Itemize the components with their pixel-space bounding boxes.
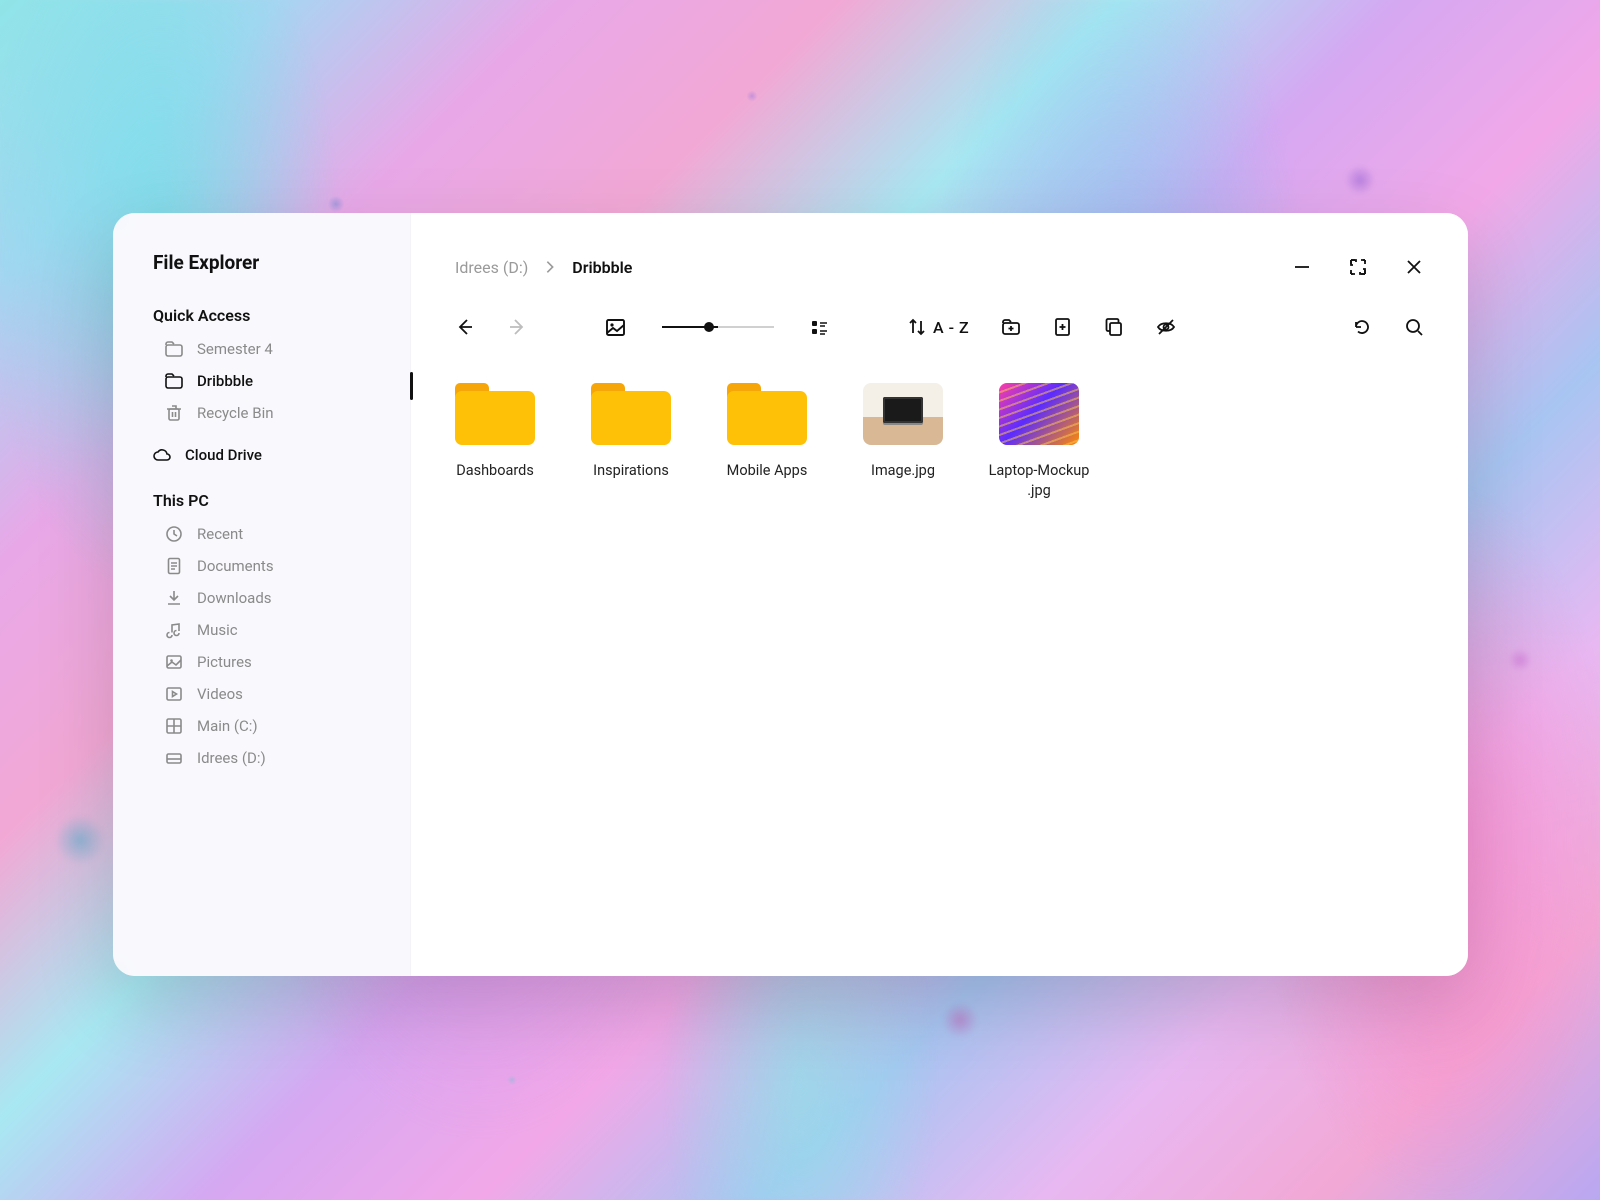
sidebar-item-label: Cloud Drive <box>185 446 262 464</box>
window-controls <box>1292 257 1424 277</box>
folder-icon <box>455 383 535 445</box>
scroll-indicator[interactable] <box>410 372 413 400</box>
clock-icon <box>165 525 183 543</box>
folder-icon <box>591 383 671 445</box>
sidebar-item-recent[interactable]: Recent <box>113 518 410 550</box>
app-title: File Explorer <box>113 251 410 292</box>
sidebar-item-label: Pictures <box>197 653 252 671</box>
drive-icon <box>165 749 183 767</box>
folder-item-dashboards[interactable]: Dashboards <box>455 383 535 481</box>
drive-grid-icon <box>165 717 183 735</box>
sidebar-item-label: Downloads <box>197 589 272 607</box>
sidebar-item-label: Main (C:) <box>197 717 258 735</box>
cloud-icon <box>153 446 171 464</box>
download-icon <box>165 589 183 607</box>
document-icon <box>165 557 183 575</box>
sidebar-item-documents[interactable]: Documents <box>113 550 410 582</box>
new-folder-button[interactable] <box>1001 317 1021 337</box>
main-panel: Idrees (D:) Dribbble <box>411 213 1468 976</box>
breadcrumb-parent[interactable]: Idrees (D:) <box>455 258 528 277</box>
sidebar-item-label: Recycle Bin <box>197 404 274 422</box>
copy-button[interactable] <box>1104 317 1124 337</box>
quick-access-heading: Quick Access <box>113 292 410 333</box>
sidebar-item-label: Semester 4 <box>197 340 273 358</box>
maximize-button[interactable] <box>1348 257 1368 277</box>
file-item-image-jpg[interactable]: Image.jpg <box>863 383 943 481</box>
item-label: Inspirations <box>571 461 691 481</box>
sidebar: File Explorer Quick Access Semester 4 Dr… <box>113 213 411 976</box>
close-button[interactable] <box>1404 257 1424 277</box>
refresh-button[interactable] <box>1352 317 1372 337</box>
sidebar-item-cloud-drive[interactable]: Cloud Drive <box>113 439 410 471</box>
item-label: Dashboards <box>435 461 555 481</box>
chevron-right-icon <box>542 259 558 275</box>
thumbnail-view-icon[interactable] <box>605 317 626 338</box>
sort-button[interactable]: A - Z <box>907 317 969 337</box>
trash-icon <box>165 404 183 422</box>
sidebar-item-label: Videos <box>197 685 243 703</box>
sidebar-item-label: Documents <box>197 557 274 575</box>
image-thumbnail-icon <box>999 383 1079 445</box>
item-label: Laptop-Mockup .jpg <box>979 461 1099 500</box>
music-icon <box>165 621 183 639</box>
file-item-laptop-mockup-jpg[interactable]: Laptop-Mockup .jpg <box>999 383 1079 500</box>
file-explorer-window: File Explorer Quick Access Semester 4 Dr… <box>113 213 1468 976</box>
toggle-hidden-button[interactable] <box>1156 317 1176 337</box>
forward-button[interactable] <box>507 317 527 337</box>
search-button[interactable] <box>1404 317 1424 337</box>
folder-outline-icon <box>165 372 183 390</box>
list-view-icon[interactable] <box>810 318 829 337</box>
sidebar-item-music[interactable]: Music <box>113 614 410 646</box>
breadcrumb: Idrees (D:) Dribbble <box>455 258 632 277</box>
item-label: Image.jpg <box>843 461 963 481</box>
sidebar-item-semester4[interactable]: Semester 4 <box>113 333 410 365</box>
sort-label: A - Z <box>933 318 969 337</box>
item-label: Mobile Apps <box>707 461 827 481</box>
back-button[interactable] <box>455 317 475 337</box>
sidebar-item-label: Music <box>197 621 238 639</box>
new-file-button[interactable] <box>1053 317 1072 337</box>
toolbar: A - Z <box>411 283 1468 349</box>
sidebar-item-idrees-d[interactable]: Idrees (D:) <box>113 742 410 774</box>
sidebar-item-recycle-bin[interactable]: Recycle Bin <box>113 397 410 429</box>
sidebar-item-main-c[interactable]: Main (C:) <box>113 710 410 742</box>
sidebar-item-pictures[interactable]: Pictures <box>113 646 410 678</box>
image-icon <box>165 653 183 671</box>
folder-icon <box>727 383 807 445</box>
image-thumbnail-icon <box>863 383 943 445</box>
folder-outline-icon <box>165 340 183 358</box>
sidebar-item-label: Recent <box>197 525 243 543</box>
video-icon <box>165 685 183 703</box>
sidebar-item-label: Dribbble <box>197 372 253 390</box>
minimize-button[interactable] <box>1292 257 1312 277</box>
zoom-slider[interactable] <box>662 326 774 328</box>
folder-item-inspirations[interactable]: Inspirations <box>591 383 671 481</box>
file-grid: Dashboards Inspirations Mobile Apps Imag… <box>411 349 1468 534</box>
sidebar-item-videos[interactable]: Videos <box>113 678 410 710</box>
this-pc-heading: This PC <box>113 477 410 518</box>
breadcrumb-current: Dribbble <box>572 258 632 277</box>
sidebar-item-downloads[interactable]: Downloads <box>113 582 410 614</box>
titlebar: Idrees (D:) Dribbble <box>411 213 1468 283</box>
sidebar-item-label: Idrees (D:) <box>197 749 266 767</box>
folder-item-mobile-apps[interactable]: Mobile Apps <box>727 383 807 481</box>
sidebar-item-dribbble[interactable]: Dribbble <box>113 365 410 397</box>
